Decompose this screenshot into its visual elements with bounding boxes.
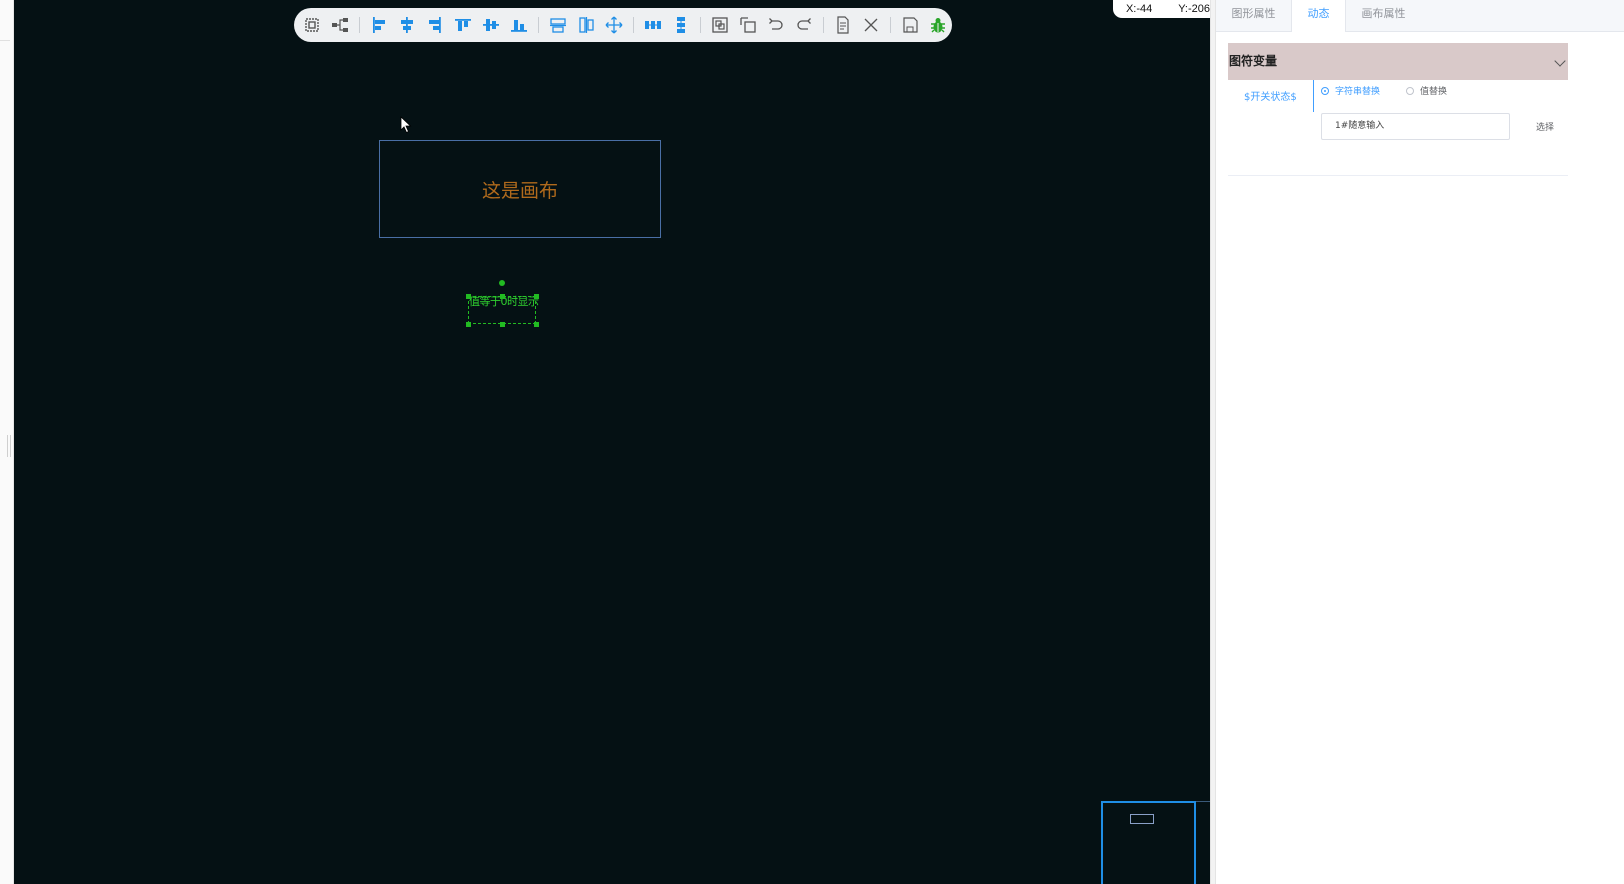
variable-active-indicator	[1313, 80, 1314, 112]
radio-value-replace[interactable]: 值替换	[1406, 84, 1447, 97]
tab-canvas-properties[interactable]: 画布属性	[1346, 0, 1421, 31]
select-button[interactable]: 选择	[1536, 120, 1554, 133]
align-center-icon[interactable]	[393, 11, 421, 39]
x-coordinate: X:-44	[1125, 3, 1153, 15]
properties-panel: 图形属性 动态 画布属性 图符变量 $开关状态$ 字符串替换 值替换 1#随意输…	[1216, 0, 1624, 884]
align-right-icon[interactable]	[421, 11, 449, 39]
radio-label: 值替换	[1420, 87, 1448, 97]
radio-label: 字符串替换	[1335, 87, 1381, 97]
canvas-box-text: 这是画布	[481, 179, 558, 202]
resize-handle[interactable]	[500, 294, 505, 299]
move-icon[interactable]	[600, 11, 628, 39]
symbol-variables-header[interactable]: 图符变量	[1228, 43, 1568, 80]
toolbar-separator	[890, 17, 891, 33]
rotate-handle[interactable]	[499, 280, 505, 286]
debug-icon[interactable]	[924, 11, 952, 39]
left-strip-divider	[0, 40, 10, 41]
distribute-vertical-icon[interactable]	[667, 11, 695, 39]
resize-handle[interactable]	[466, 294, 471, 299]
canvas-text-box[interactable]: 这是画布	[379, 140, 661, 238]
radio-string-replace[interactable]: 字符串替换	[1321, 84, 1380, 97]
toolbar-separator	[633, 17, 634, 33]
ungroup-icon[interactable]	[734, 11, 762, 39]
canvas-toolbar	[294, 8, 952, 42]
section-title: 图符变量	[1229, 54, 1278, 68]
redo-icon[interactable]	[790, 11, 818, 39]
minimap-viewport[interactable]	[1130, 814, 1154, 824]
variable-value-input[interactable]: 1#随意输入	[1321, 113, 1510, 140]
drawing-canvas[interactable]: X:-44 Y:-206 这是画布 值等于0时显示	[14, 0, 1253, 884]
same-width-icon[interactable]	[544, 11, 572, 39]
tab-shape-properties[interactable]: 图形属性	[1216, 0, 1291, 31]
toolbar-separator	[823, 17, 824, 33]
y-coordinate: Y:-206	[1178, 3, 1211, 15]
coordinate-readout: X:-44 Y:-206	[1113, 0, 1223, 18]
align-top-icon[interactable]	[449, 11, 477, 39]
resize-handle[interactable]	[534, 294, 539, 299]
variable-item[interactable]: $开关状态$	[1244, 88, 1297, 103]
mouse-cursor-icon	[400, 116, 412, 138]
distribute-horizontal-icon[interactable]	[639, 11, 667, 39]
toolbar-separator	[538, 17, 539, 33]
align-bottom-icon[interactable]	[505, 11, 533, 39]
panel-tabs: 图形属性 动态 画布属性	[1216, 0, 1624, 32]
resize-handle[interactable]	[466, 322, 471, 327]
tab-dynamic[interactable]: 动态	[1291, 0, 1346, 32]
save-icon[interactable]	[896, 11, 924, 39]
left-resize-handle[interactable]	[7, 435, 11, 457]
undo-icon[interactable]	[762, 11, 790, 39]
same-height-icon[interactable]	[572, 11, 600, 39]
resize-handle[interactable]	[500, 322, 505, 327]
align-left-icon[interactable]	[365, 11, 393, 39]
toolbar-separator	[700, 17, 701, 33]
radio-dot	[1321, 86, 1329, 95]
minimap[interactable]	[1101, 801, 1196, 884]
chevron-down-icon	[1554, 55, 1566, 67]
resize-handle[interactable]	[534, 322, 539, 327]
group-icon[interactable]	[706, 11, 734, 39]
radio-dot	[1406, 86, 1414, 95]
toolbar-separator	[359, 17, 360, 33]
connect-icon[interactable]	[326, 11, 354, 39]
document-icon[interactable]	[829, 11, 857, 39]
align-middle-icon[interactable]	[477, 11, 505, 39]
close-icon[interactable]	[857, 11, 885, 39]
select-region-icon[interactable]	[298, 11, 326, 39]
section-divider	[1228, 175, 1568, 176]
left-collapsed-panel	[0, 0, 14, 884]
